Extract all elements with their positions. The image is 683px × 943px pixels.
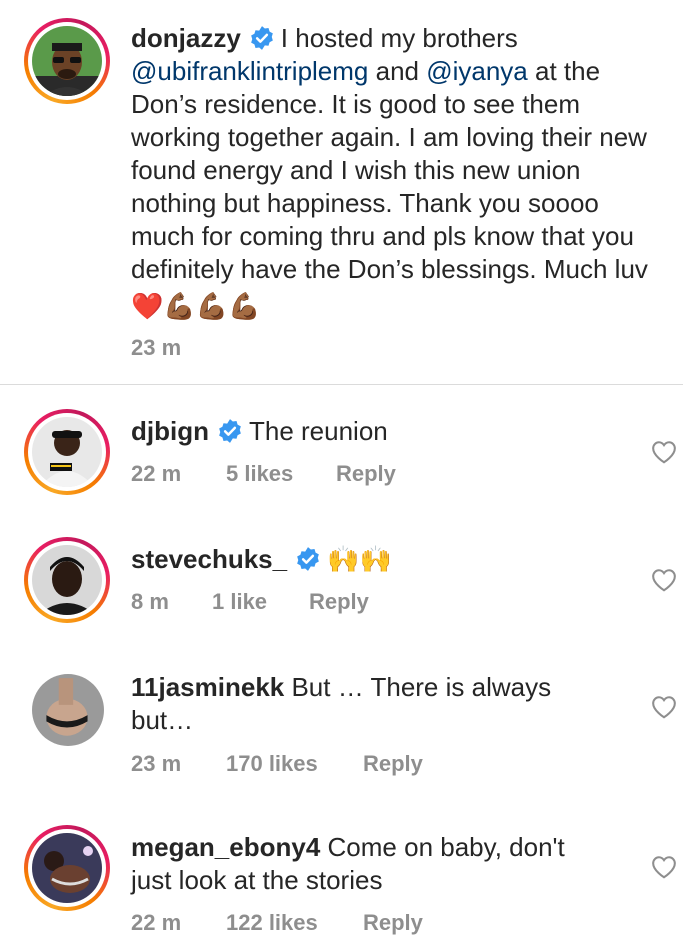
comment-meta: 8 m 1 like Reply [131,589,369,615]
mention-iyanya[interactable]: @iyanya [426,56,528,86]
verified-badge-icon [250,26,273,50]
comment-time: 22 m [131,461,182,486]
heart-outline-icon[interactable] [651,568,677,592]
reply-button[interactable]: Reply [363,751,423,777]
avatar-image [32,833,102,903]
comment-time: 22 m [131,910,182,935]
comment-likes[interactable]: 170 likes [226,751,363,777]
caption-username[interactable]: donjazzy [131,23,241,53]
comment-username[interactable]: megan_ebony4 [131,832,320,862]
comment-username[interactable]: djbign [131,416,209,446]
caption-body: donjazzy I hosted my brothers @ubifrankli… [131,22,651,323]
avatar-megan-ebony4[interactable] [24,825,110,911]
avatar-djbign[interactable] [24,409,110,495]
avatar-image [32,417,102,487]
comment-likes[interactable]: 1 like [212,589,309,615]
caption-emojis: ❤️💪🏾💪🏾💪🏾 [131,291,261,321]
comment-djbign: djbign The reunion 22 m 5 likes Reply [0,385,683,513]
comment-time: 8 m [131,589,169,614]
comment-username[interactable]: 11jasminekk [131,672,284,702]
reply-button[interactable]: Reply [336,461,396,487]
comment-stevechuks: stevechuks_ 🙌🙌 8 m 1 like Reply [0,513,683,641]
avatar-image [32,545,102,615]
comment-time: 23 m [131,751,182,776]
verified-badge-icon [297,547,319,571]
comment-megan-ebony4: megan_ebony4 Come on baby, don't just lo… [0,801,683,943]
caption-text-2: and [368,56,427,86]
avatar-stevechuks[interactable] [24,537,110,623]
reply-button[interactable]: Reply [363,910,423,936]
heart-outline-icon[interactable] [651,695,677,719]
comment-likes[interactable]: 122 likes [226,910,363,936]
comment-meta: 23 m 170 likes Reply [131,751,423,777]
verified-badge-icon [219,419,241,443]
comment-meta: 22 m 5 likes Reply [131,461,396,487]
comment-11jasminekk: 11jasminekk But … There is always but… 2… [0,641,683,801]
caption: donjazzy I hosted my brothers @ubifrankli… [0,0,683,384]
caption-meta: 23 m [131,335,181,361]
comment-body: 11jasminekk But … There is always but… [131,671,601,737]
heart-outline-icon[interactable] [651,855,677,879]
comment-body: megan_ebony4 Come on baby, don't just lo… [131,831,611,897]
avatar-image [32,26,102,96]
comment-likes[interactable]: 5 likes [226,461,336,487]
comment-text: 🙌🙌 [327,544,392,574]
caption-text-1: I hosted my brothers [280,23,518,53]
caption-time: 23 m [131,335,182,360]
caption-text-3: at the Don’s residence. It is good to se… [131,56,648,284]
comment-text: The reunion [248,416,388,446]
reply-button[interactable]: Reply [309,589,369,615]
comment-body: djbign The reunion [131,415,631,448]
avatar-donjazzy[interactable] [24,18,110,104]
comment-body: stevechuks_ 🙌🙌 [131,543,631,576]
avatar-11jasminekk[interactable] [32,674,104,746]
comment-username[interactable]: stevechuks_ [131,544,287,574]
avatar-image [32,674,104,746]
mention-ubifranklintriplemg[interactable]: @ubifranklintriplemg [131,56,368,86]
heart-outline-icon[interactable] [651,440,677,464]
comment-meta: 22 m 122 likes Reply [131,910,423,936]
